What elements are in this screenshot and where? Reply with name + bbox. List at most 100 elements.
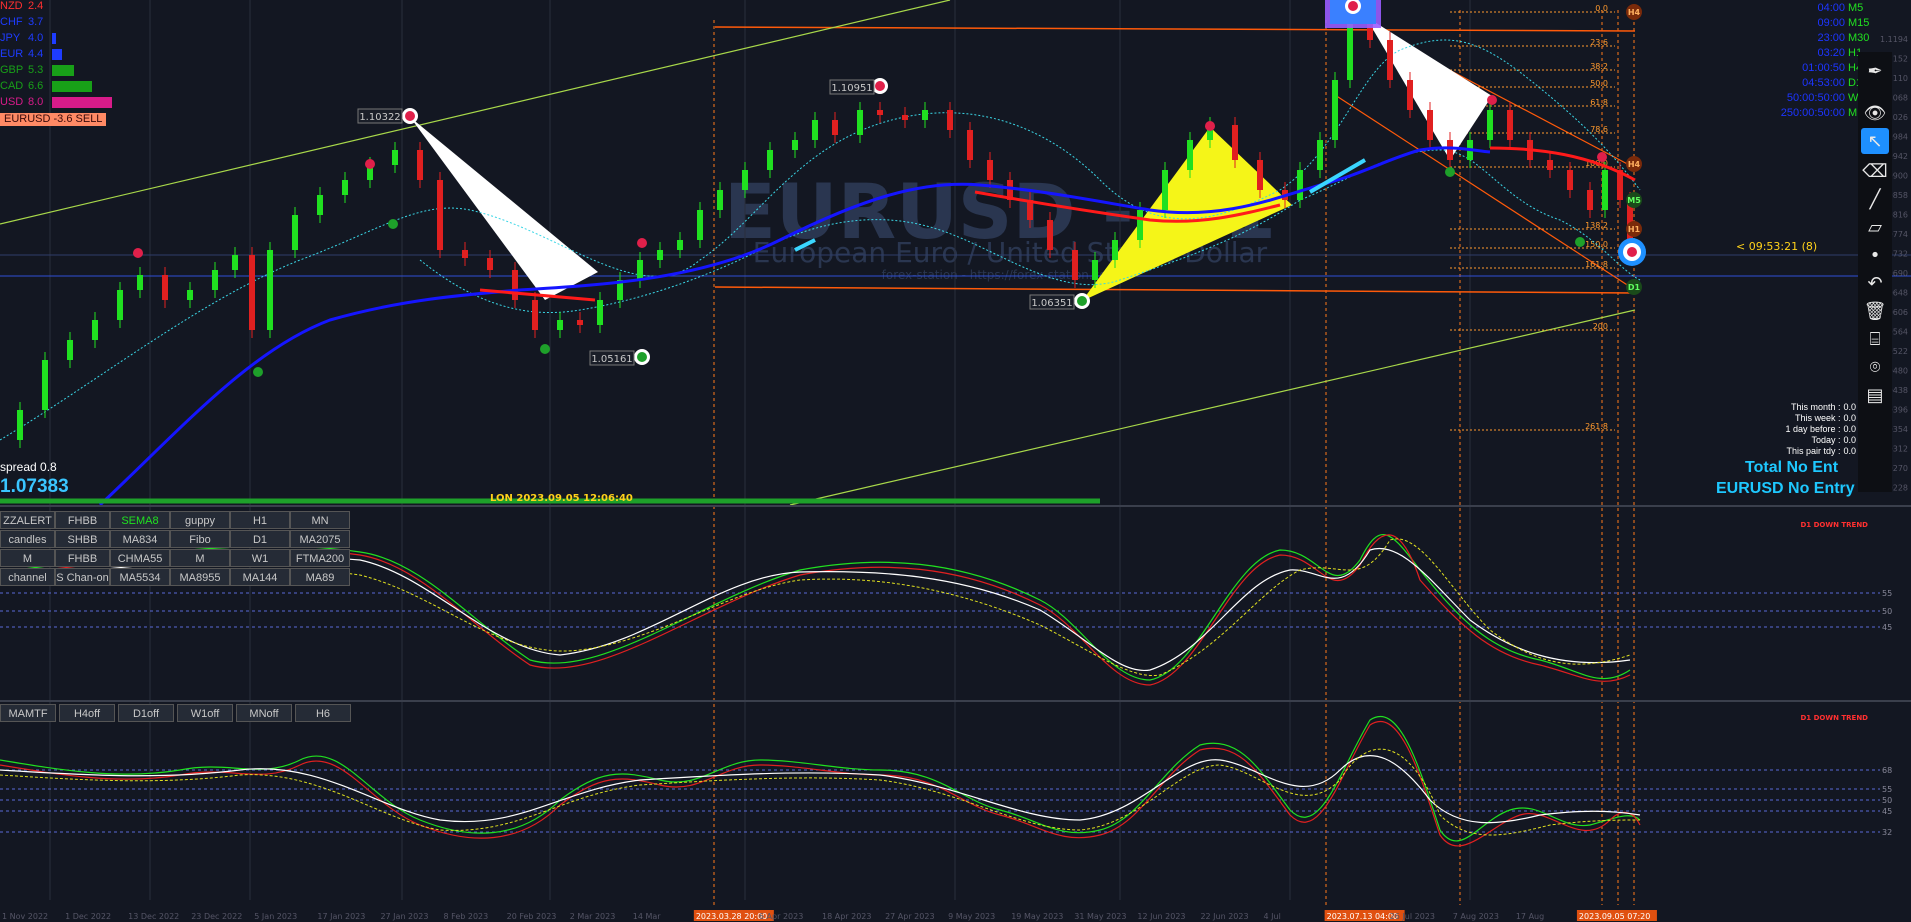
candle-body — [162, 275, 168, 300]
candle-body — [557, 320, 563, 330]
indicator-button-shbb[interactable]: SHBB — [55, 530, 110, 548]
total-no-entry: Total No Ent — [1745, 459, 1839, 476]
candle-body — [832, 120, 838, 135]
indicator-button-candles[interactable]: candles — [0, 530, 55, 548]
candle-body — [462, 250, 468, 258]
indicator-button-zzalert[interactable]: ZZALERT — [0, 511, 55, 529]
dot-icon[interactable]: • — [1861, 242, 1889, 268]
date-tick: 17 Jan 2023 — [317, 912, 365, 921]
mtf-tf: M30 — [1848, 32, 1870, 44]
indicator-button-ftma200[interactable]: FTMA200 — [290, 549, 350, 567]
camera-icon[interactable]: ⌾ — [1861, 354, 1889, 380]
indicator-button-m[interactable]: M — [0, 549, 55, 567]
pair-no-entry: EURUSD No Entry — [1716, 480, 1855, 497]
mamtf-button-mamtf[interactable]: MAMTF — [0, 704, 56, 722]
indicator-button-channel[interactable]: channel — [0, 568, 55, 586]
svg-text:H1: H1 — [1628, 225, 1641, 234]
svg-text:H4: H4 — [1628, 8, 1641, 17]
indicator-button-fibo[interactable]: Fibo — [170, 530, 230, 548]
indicator-button-h1[interactable]: H1 — [230, 511, 290, 529]
ma-red-2 — [1489, 146, 1636, 182]
candle-body — [1507, 110, 1513, 140]
indicator-button-d1[interactable]: D1 — [230, 530, 290, 548]
main-chart[interactable]: EURUSD - D1 European Euro / United State… — [0, 0, 1911, 922]
candle-body — [1567, 170, 1573, 190]
candle-body — [187, 290, 193, 300]
stat-row: This pair tdy :0.0 — [1786, 446, 1856, 456]
watermark-site: forex-station - https://forex-station.co… — [882, 268, 1119, 282]
line-tool-icon[interactable]: ╱ — [1861, 186, 1889, 212]
candle-body — [137, 275, 143, 290]
candle-body — [1072, 250, 1078, 280]
trash-icon[interactable]: 🗑 — [1861, 298, 1889, 324]
strength-bar — [52, 97, 112, 108]
svg-text:1.05161: 1.05161 — [591, 354, 632, 365]
candle-body — [1232, 125, 1238, 160]
indicator-button-mn[interactable]: MN — [290, 511, 350, 529]
mtf-time: 250:00:50:00 — [1780, 107, 1845, 119]
candle-body — [1137, 210, 1143, 240]
date-tick: 5 Jan 2023 — [254, 912, 297, 921]
indicator-button-guppy[interactable]: guppy — [170, 511, 230, 529]
candle-body — [487, 258, 493, 270]
indicator-button-ma144[interactable]: MA144 — [230, 568, 290, 586]
candle-body — [1092, 260, 1098, 280]
fib-level-label: 200 — [1593, 322, 1608, 331]
candle-body — [292, 215, 298, 250]
stat-value: 0.0 — [1843, 446, 1856, 456]
ruler-icon[interactable]: ▱ — [1861, 214, 1889, 240]
strength-bar — [52, 33, 56, 44]
cursor-icon[interactable]: ↖ — [1861, 128, 1889, 154]
stat-row: This month :0.0 — [1791, 402, 1856, 412]
strength-label: GBP — [0, 64, 24, 76]
strength-value: 6.6 — [28, 80, 44, 92]
svg-text:1.10322: 1.10322 — [359, 112, 400, 123]
indicator-button-w1[interactable]: W1 — [230, 549, 290, 567]
indicator-button-chma55[interactable]: CHMA55 — [110, 549, 170, 567]
svg-text:45: 45 — [1882, 623, 1892, 632]
candle-body — [697, 210, 703, 240]
indicator-button-sema8[interactable]: SEMA8 — [110, 511, 170, 529]
date-tick: 23 Dec 2022 — [191, 912, 242, 921]
indicator-button-ma2075[interactable]: MA2075 — [290, 530, 350, 548]
indicator-button-fhbb[interactable]: FHBB — [55, 549, 110, 567]
date-tick: 12 Jun 2023 — [1137, 912, 1185, 921]
mamtf-button-w1off[interactable]: W1off — [177, 704, 233, 722]
date-tick: 2023.09.05 07:20 — [1579, 912, 1650, 921]
stat-value: 0.0 — [1843, 413, 1856, 423]
indicator-button-s-chan-on[interactable]: S Chan-on — [55, 568, 110, 586]
train-icon[interactable]: ⌸ — [1861, 326, 1889, 352]
indicator-button-ma89[interactable]: MA89 — [290, 568, 350, 586]
mamtf-button-d1off[interactable]: D1off — [118, 704, 174, 722]
clipboard-icon[interactable]: ▤ — [1861, 382, 1889, 408]
eraser-icon[interactable]: ⌫ — [1861, 158, 1889, 184]
eye-icon[interactable]: 👁 — [1861, 100, 1889, 126]
indicator-button-ma834[interactable]: MA834 — [110, 530, 170, 548]
undo-icon[interactable]: ↶ — [1861, 270, 1889, 296]
mamtf-button-mnoff[interactable]: MNoff — [236, 704, 292, 722]
currency-strength-panel: NZD 2.4 CHF 3.7 JPY 4.0 EUR 4.4 GBP 5.3 CAD 6.6 USD 8… — [0, 0, 140, 130]
stat-row: Today :0.0 — [1811, 435, 1856, 445]
candle-body — [512, 270, 518, 300]
svg-text:50: 50 — [1882, 796, 1892, 805]
candle-body — [1112, 240, 1118, 260]
svg-text:50: 50 — [1882, 607, 1892, 616]
candle-body — [1187, 140, 1193, 170]
date-tick: 26 Jul 2023 — [1390, 912, 1435, 921]
candle-body — [742, 170, 748, 190]
mamtf-button-h4off[interactable]: H4off — [59, 704, 115, 722]
svg-text:68: 68 — [1882, 766, 1892, 775]
indicator-button-fhbb[interactable]: FHBB — [55, 511, 110, 529]
candle-body — [877, 110, 883, 115]
indicator-button-ma8955[interactable]: MA8955 — [170, 568, 230, 586]
mtf-time: 01:00:50 — [1802, 62, 1845, 74]
indicator-button-m[interactable]: M — [170, 549, 230, 567]
pen-icon[interactable]: ✒ — [1861, 58, 1889, 84]
indicator-button-ma5534[interactable]: MA5534 — [110, 568, 170, 586]
mamtf-button-h6[interactable]: H6 — [295, 704, 351, 722]
trading-terminal: EURUSD - D1 European Euro / United State… — [0, 0, 1911, 922]
candle-body — [437, 180, 443, 250]
fib-level-label: 61.8 — [1590, 98, 1608, 107]
candle-body — [717, 190, 723, 210]
candle-body — [987, 160, 993, 180]
